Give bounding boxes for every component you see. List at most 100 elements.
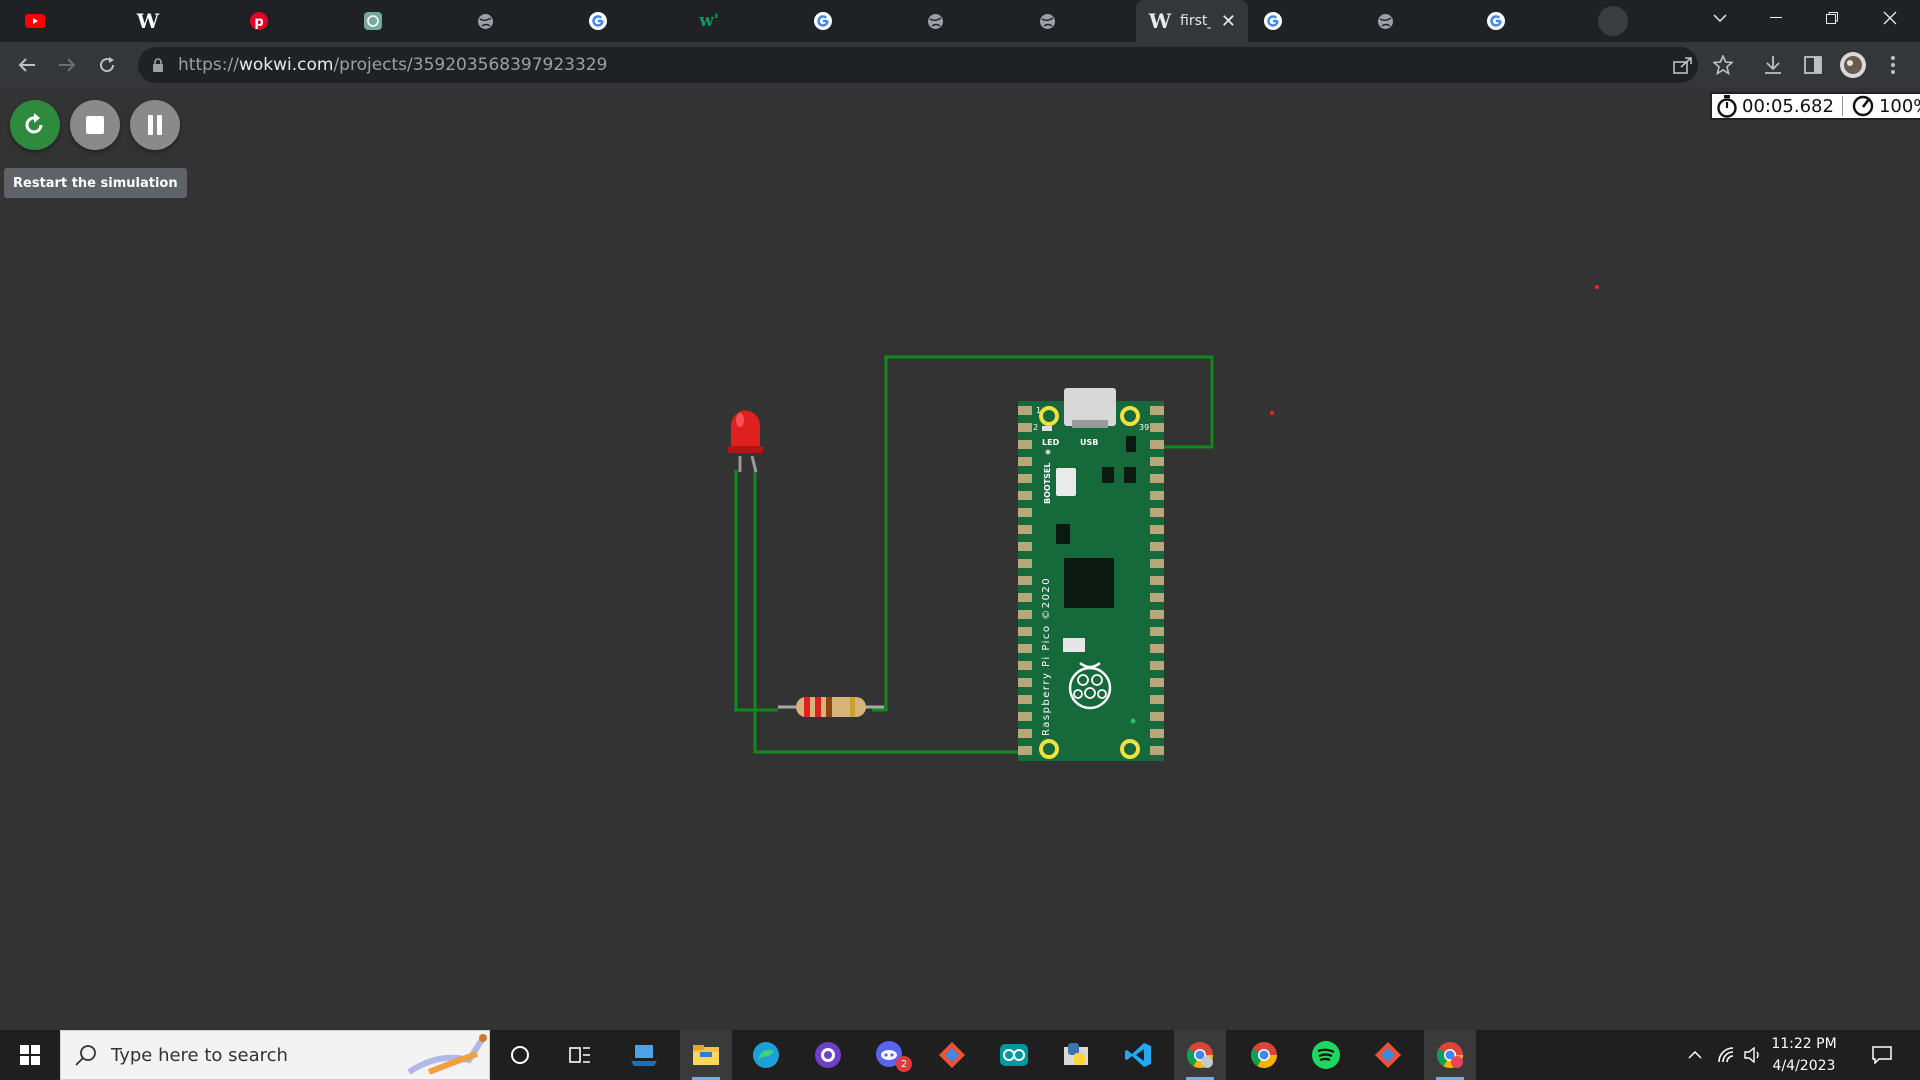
restart-icon — [25, 113, 43, 134]
stop-icon — [86, 116, 104, 134]
back-arrow-icon — [18, 58, 35, 72]
tab-chatgpt[interactable] — [350, 0, 396, 42]
notification-center-button[interactable] — [1862, 1030, 1902, 1080]
tab-google-4[interactable] — [1473, 0, 1519, 42]
browser-toolbar: https://wokwi.com/projects/3592035683979… — [0, 42, 1920, 88]
restore-button[interactable] — [1804, 0, 1860, 36]
taskbar-search[interactable]: Type here to search — [60, 1030, 490, 1080]
tab-globe-4[interactable] — [1362, 0, 1408, 42]
laptop-icon — [631, 1045, 657, 1066]
circuit-diagram: 1 2 39 LED USB BOOTSEL Raspberry Pi Pico… — [728, 285, 1599, 761]
close-window-button[interactable] — [1862, 0, 1918, 36]
tab-title: first_ — [1180, 13, 1211, 29]
pin1-label: 1 — [1036, 406, 1041, 415]
menu-button[interactable] — [1878, 50, 1908, 80]
reload-button[interactable] — [92, 50, 122, 80]
taskbar-app-discord[interactable]: 2 — [864, 1030, 916, 1080]
tab-pinterest[interactable]: p — [236, 0, 282, 42]
wikipedia-icon: W — [136, 9, 160, 33]
minimize-button[interactable] — [1748, 0, 1804, 36]
tab-globe-1[interactable] — [462, 0, 508, 42]
show-hidden-icons-button[interactable] — [1680, 1030, 1710, 1080]
side-panel-button[interactable] — [1798, 50, 1828, 80]
star-icon — [1713, 55, 1733, 75]
bookmark-button[interactable] — [1708, 50, 1738, 80]
taskbar-app-github[interactable] — [802, 1030, 854, 1080]
tab-google-2[interactable] — [800, 0, 846, 42]
chrome-icon — [1436, 1042, 1464, 1069]
arduino-icon — [1000, 1044, 1028, 1066]
tab-google-1[interactable] — [575, 0, 621, 42]
forward-arrow-icon — [59, 58, 76, 72]
forward-button[interactable] — [52, 50, 82, 80]
youtube-icon — [25, 11, 45, 31]
taskbar-app-chrome-2[interactable] — [1424, 1030, 1476, 1080]
chatgpt-icon — [363, 11, 383, 31]
simulation-status: 00:05.682 100% — [1710, 92, 1920, 120]
board-name-silk-label: Raspberry Pi Pico ©2020 — [1041, 577, 1052, 736]
taskbar-app-python[interactable] — [1050, 1030, 1102, 1080]
resistor[interactable] — [778, 697, 884, 717]
close-icon — [1883, 11, 1897, 25]
url-prefix: https:// — [178, 55, 239, 75]
simulation-canvas[interactable]: Restart the simulation 00:05.682 100% — [0, 88, 1920, 1030]
taskbar-app-chrome[interactable] — [1238, 1030, 1290, 1080]
tab-globe-2[interactable] — [912, 0, 958, 42]
pin2-label: 2 — [1033, 423, 1038, 432]
taskbar-app-chrome-profile[interactable] — [1174, 1030, 1226, 1080]
download-icon — [1765, 56, 1781, 74]
elapsed-time: 00:05.682 — [1742, 95, 1834, 117]
tab-wokwi-1[interactable]: w' — [686, 0, 732, 42]
stop-simulation-button[interactable] — [70, 100, 120, 150]
new-tab-button[interactable] — [1590, 0, 1636, 42]
tab-youtube[interactable] — [12, 0, 58, 42]
taskbar-app-vscode[interactable] — [1112, 1030, 1164, 1080]
taskbar-app-git-2[interactable] — [1362, 1030, 1414, 1080]
google-icon — [1486, 11, 1506, 31]
raspberry-pi-pico-board[interactable]: 1 2 39 LED USB BOOTSEL Raspberry Pi Pico… — [1018, 388, 1164, 761]
back-button[interactable] — [12, 50, 42, 80]
share-button[interactable] — [1668, 50, 1698, 80]
tab-active-wokwi[interactable]: W first_ ✕ — [1136, 0, 1248, 42]
taskbar-app-git[interactable] — [926, 1030, 978, 1080]
windows-taskbar: Type here to search 2 11:22 PM 4/4/2023 — [0, 1030, 1920, 1080]
downloads-button[interactable] — [1758, 50, 1788, 80]
url-text: https://wokwi.com/projects/3592035683979… — [178, 55, 607, 75]
tab-search-button[interactable] — [1692, 0, 1748, 36]
taskbar-app-file-explorer[interactable] — [680, 1030, 732, 1080]
simulation-speed: 100% — [1878, 95, 1920, 117]
start-button[interactable] — [4, 1030, 56, 1080]
wire-resistor-to-gp — [872, 355, 1214, 712]
tab-globe-3[interactable] — [1024, 0, 1070, 42]
tab-google-3[interactable] — [1250, 0, 1296, 42]
taskbar-app-laptop[interactable] — [618, 1030, 670, 1080]
browser-tab-strip: W p w' W first_ ✕ — [0, 0, 1920, 42]
wifi-icon — [1718, 1047, 1734, 1063]
address-bar[interactable]: https://wokwi.com/projects/3592035683979… — [138, 47, 1698, 83]
tab-wikipedia[interactable]: W — [125, 0, 171, 42]
search-highlight-art — [407, 1034, 487, 1075]
task-view-icon — [569, 1047, 590, 1063]
url-path: /projects/359203568397923329 — [333, 55, 608, 75]
minimize-icon — [1770, 17, 1782, 18]
google-icon — [588, 11, 608, 31]
network-button[interactable] — [1712, 1030, 1740, 1080]
restart-simulation-button[interactable] — [10, 100, 60, 150]
spotify-icon — [1312, 1041, 1340, 1069]
red-led[interactable] — [728, 410, 763, 473]
profile-button[interactable] — [1838, 50, 1868, 80]
avatar — [1840, 52, 1866, 78]
taskbar-app-spotify[interactable] — [1300, 1030, 1352, 1080]
clock-time: 11:22 PM — [1771, 1036, 1837, 1052]
vscode-icon — [1125, 1043, 1151, 1067]
taskbar-app-arduino[interactable] — [988, 1030, 1040, 1080]
cortana-button[interactable] — [494, 1030, 546, 1080]
task-view-button[interactable] — [554, 1030, 606, 1080]
taskbar-app-edge[interactable] — [740, 1030, 792, 1080]
google-icon — [1263, 11, 1283, 31]
close-tab-icon[interactable]: ✕ — [1221, 11, 1236, 32]
pin39-label: 39 — [1139, 423, 1149, 432]
pause-simulation-button[interactable] — [130, 100, 180, 150]
taskbar-clock[interactable]: 11:22 PM 4/4/2023 — [1758, 1030, 1850, 1080]
wokwi-icon: W — [1148, 9, 1172, 33]
